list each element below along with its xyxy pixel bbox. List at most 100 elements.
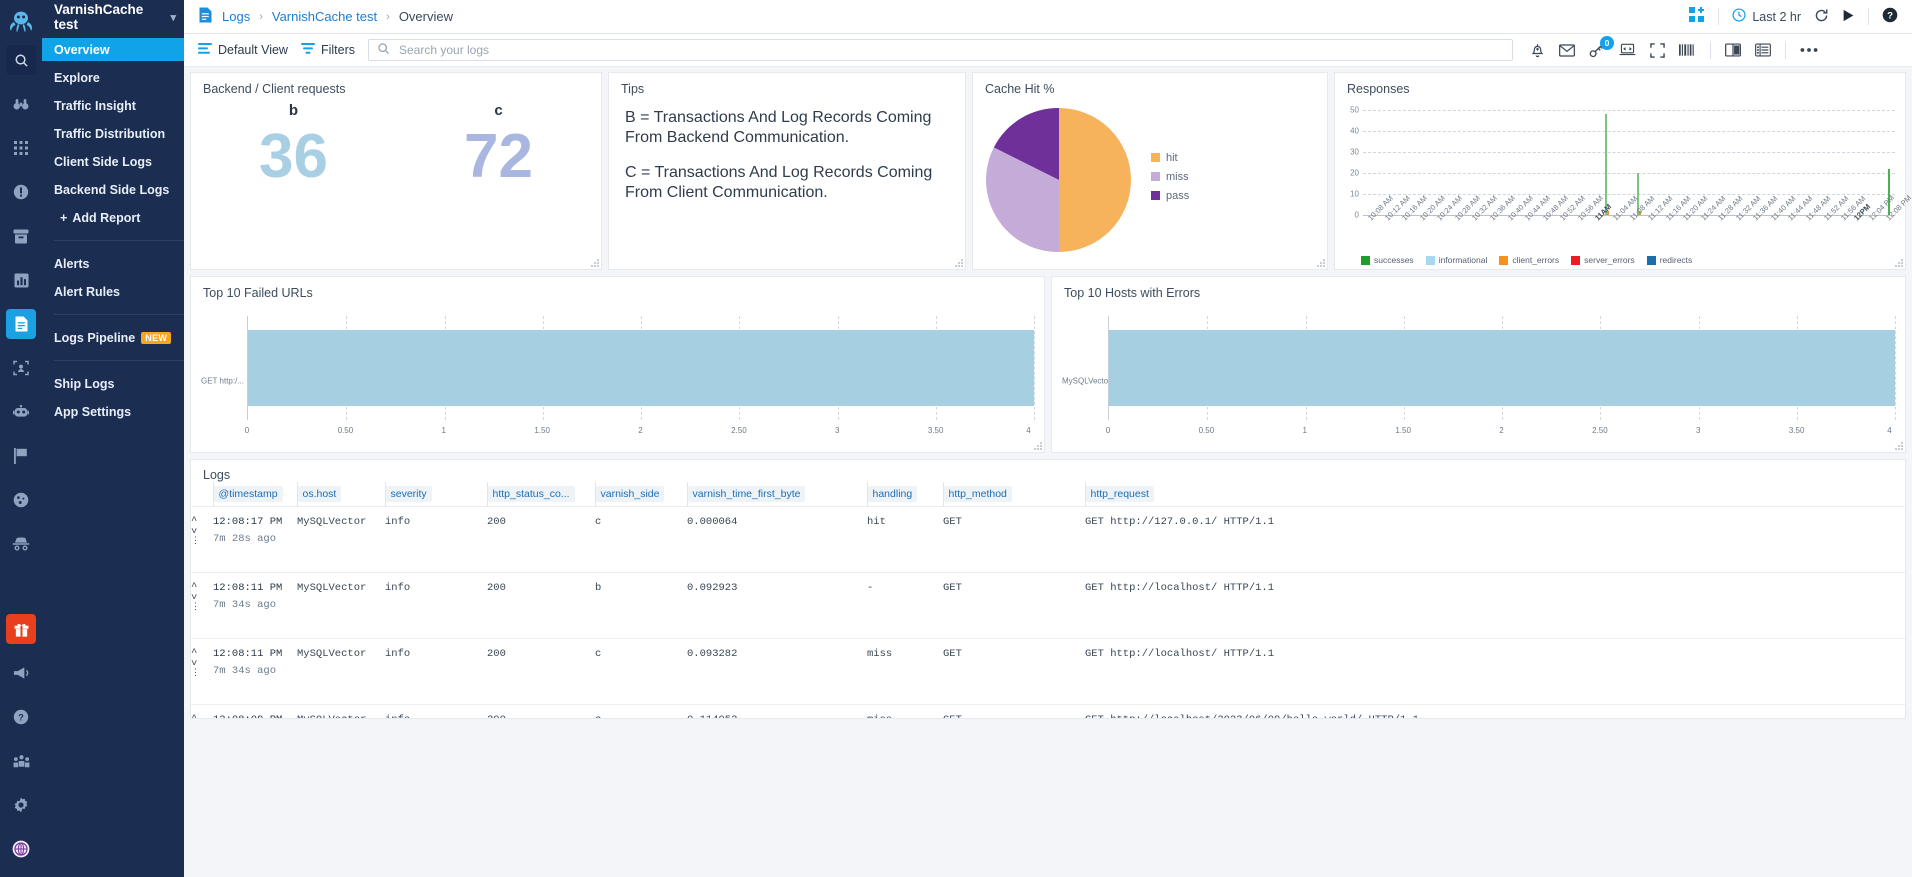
play-icon[interactable] — [1842, 9, 1855, 25]
resize-grip[interactable] — [1895, 442, 1903, 450]
column-header-os-host[interactable]: os.host — [296, 482, 385, 507]
legend-item-pass[interactable]: pass — [1151, 190, 1189, 202]
community-icon[interactable] — [6, 746, 36, 776]
bell-add-icon[interactable] — [1530, 42, 1545, 58]
search-box[interactable] — [367, 39, 1513, 61]
cell-handling: miss — [867, 704, 943, 718]
app-grid-add-icon[interactable] — [1689, 7, 1705, 26]
archive-icon[interactable] — [6, 221, 36, 251]
legend-swatch — [1151, 191, 1160, 200]
bar-host-errors — [1109, 329, 1895, 407]
help-circle-icon[interactable]: ? — [6, 702, 36, 732]
refresh-icon[interactable] — [1814, 8, 1829, 26]
row-menu-icon[interactable]: ⋮ — [191, 602, 213, 611]
legend-item-client-errors[interactable]: client_errors — [1499, 255, 1559, 265]
time-range-picker[interactable]: Last 2 hr — [1732, 8, 1801, 25]
gear-icon[interactable] — [6, 790, 36, 820]
row-expand-controls[interactable]: ^˅⋮ — [191, 638, 213, 705]
plot-area — [247, 316, 1035, 420]
column-header-handling[interactable]: handling — [866, 482, 943, 507]
grid-apps-icon[interactable] — [6, 133, 36, 163]
column-header-http-request[interactable]: http_request — [1084, 482, 1905, 507]
legend-swatch — [1151, 172, 1160, 181]
barcode-icon[interactable] — [1678, 44, 1696, 56]
resize-grip[interactable] — [955, 259, 963, 267]
column-header-http-method[interactable]: http_method — [942, 482, 1085, 507]
resize-grip[interactable] — [591, 259, 599, 267]
dashboard-gauge-icon[interactable] — [6, 485, 36, 515]
row-menu-icon[interactable]: ⋮ — [191, 668, 213, 677]
svg-text:?: ? — [18, 713, 24, 723]
sidebar-item-label: Logs Pipeline — [54, 330, 136, 345]
default-view-button[interactable]: Default View — [198, 43, 288, 57]
alert-circle-icon[interactable] — [6, 177, 36, 207]
column-header-varnish-time-first-byte[interactable]: varnish_time_first_byte — [686, 482, 867, 507]
scan-user-icon[interactable] — [6, 353, 36, 383]
more-options-icon[interactable] — [1800, 47, 1818, 53]
column-header-http-status-code[interactable]: http_status_co... — [486, 482, 595, 507]
row-menu-icon[interactable]: ⋮ — [191, 536, 213, 545]
y-tick-10: 10 — [1350, 189, 1359, 199]
envelope-icon[interactable] — [1559, 43, 1575, 57]
sidebar-item-client-side-logs[interactable]: Client Side Logs — [42, 150, 184, 173]
sidebar-item-logs-pipeline[interactable]: Logs Pipeline NEW — [42, 326, 184, 349]
resize-grip[interactable] — [1895, 259, 1903, 267]
sidebar-item-alerts[interactable]: Alerts — [42, 252, 184, 275]
sidebar-item-traffic-insight[interactable]: Traffic Insight — [42, 94, 184, 117]
y-tick-40: 40 — [1350, 126, 1359, 136]
sidebar-item-ship-logs[interactable]: Ship Logs — [42, 372, 184, 395]
split-view-icon[interactable] — [1725, 43, 1741, 57]
flag-icon[interactable] — [6, 441, 36, 471]
legend-item-hit[interactable]: hit — [1151, 152, 1189, 164]
filters-button[interactable]: Filters — [300, 43, 355, 57]
sidebar-item-explore[interactable]: Explore — [42, 66, 184, 89]
fullscreen-icon[interactable] — [1650, 42, 1665, 58]
add-report-button[interactable]: + Add Report — [42, 206, 184, 229]
search-icon[interactable] — [6, 45, 36, 75]
key-icon[interactable]: 0 — [1589, 36, 1614, 58]
table-row[interactable]: ^ ˅ ⋮ 12:08:11 PM 7m 34s ago MySQLVector in… — [191, 638, 1905, 705]
table-row[interactable]: ^˅⋮ 12:08:09 PM7m 36s ago MySQLVector in… — [191, 704, 1905, 718]
column-header-varnish-side[interactable]: varnish_side — [594, 482, 687, 507]
breadcrumb-logs[interactable]: Logs — [222, 9, 250, 24]
globe-avatar-icon[interactable] — [6, 834, 36, 864]
sidebar-item-traffic-distribution[interactable]: Traffic Distribution — [42, 122, 184, 145]
panel-title: Top 10 Hosts with Errors — [1064, 286, 1201, 300]
row-expand-controls[interactable]: ^˅⋮ — [191, 572, 213, 639]
document-report-icon[interactable] — [6, 309, 36, 339]
legend-item-informational[interactable]: informational — [1425, 255, 1487, 265]
legend-item-successes[interactable]: successes — [1361, 255, 1414, 265]
megaphone-icon[interactable] — [6, 658, 36, 688]
row-expand-controls[interactable]: ^˅⋮ — [191, 506, 213, 573]
help-icon[interactable]: ? — [1882, 7, 1898, 26]
binoculars-icon[interactable] — [6, 89, 36, 119]
panel-tips: Tips B = Transactions And Log Records Co… — [608, 72, 966, 270]
laptop-code-icon[interactable] — [1619, 43, 1636, 57]
resize-grip[interactable] — [1317, 259, 1325, 267]
bar-chart-icon[interactable] — [6, 265, 36, 295]
row-expand-controls[interactable]: ^˅⋮ — [191, 704, 213, 718]
legend-item-redirects[interactable]: redirects — [1646, 255, 1692, 265]
sidebar-item-app-settings[interactable]: App Settings — [42, 400, 184, 423]
column-header-severity[interactable]: severity — [384, 482, 487, 507]
robot-icon[interactable] — [6, 397, 36, 427]
sidebar-item-backend-side-logs[interactable]: Backend Side Logs — [42, 178, 184, 201]
sidebar-app-switcher[interactable]: VarnishCache test ▾ — [42, 0, 184, 34]
sidebar-item-alert-rules[interactable]: Alert Rules — [42, 280, 184, 303]
key-badge-count: 0 — [1599, 36, 1614, 50]
search-input[interactable] — [396, 42, 1504, 58]
breadcrumb-varnishcache-test[interactable]: VarnishCache test — [272, 9, 377, 24]
table-row[interactable]: ^ ˅ ⋮ 12:08:11 PM 7m 34s ago MySQLVector in… — [191, 572, 1905, 639]
sidebar-item-overview[interactable]: Overview — [42, 38, 184, 61]
table-view-icon[interactable] — [1755, 43, 1771, 57]
legend-item-miss[interactable]: miss — [1151, 171, 1189, 183]
column-header-timestamp[interactable]: @timestamp — [212, 482, 297, 507]
legend-item-server-errors[interactable]: server_errors — [1571, 255, 1635, 265]
gift-icon[interactable] — [6, 614, 36, 644]
chevron-down-icon[interactable]: ▾ — [170, 11, 176, 24]
resize-grip[interactable] — [1034, 442, 1042, 450]
incognito-icon[interactable] — [6, 529, 36, 559]
filter-icon — [300, 43, 315, 57]
cell-http-status-code: 200 — [487, 638, 595, 705]
table-row[interactable]: ^ ˅ ⋮ 12:08:17 PM 7m 28s ago MySQLVector in… — [191, 506, 1905, 573]
